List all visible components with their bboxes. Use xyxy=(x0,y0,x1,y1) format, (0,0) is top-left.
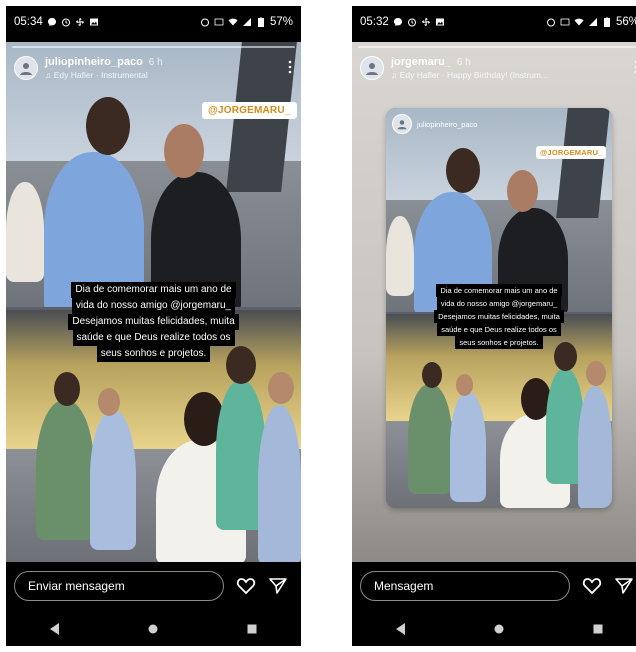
gallery-icon xyxy=(89,17,99,27)
recents-icon[interactable] xyxy=(591,622,605,636)
system-nav-bar xyxy=(352,612,636,646)
reshared-card-header: juliopinheiro_paco xyxy=(392,114,477,134)
alarm-icon xyxy=(61,17,71,27)
home-icon[interactable] xyxy=(492,622,506,636)
story-header: juliopinheiro_paco 6 h ♫ Edy Hafler · Ins… xyxy=(14,54,293,82)
caption-line: seus sonhos e projetos. xyxy=(455,336,543,349)
status-bar: 05:32 56% xyxy=(352,6,636,38)
gallery-icon xyxy=(435,17,445,27)
battery-icon xyxy=(602,17,612,27)
status-time: 05:34 xyxy=(14,16,43,28)
story-view[interactable]: @JORGEMARU_ Dia de comemorar mais um ano… xyxy=(6,42,301,562)
wifi-icon xyxy=(574,17,584,27)
message-input[interactable]: Mensagem xyxy=(360,571,570,601)
reshared-story-card[interactable]: @JORGEMARU_ Dia de comemorar mais um ano… xyxy=(386,108,612,508)
story-username[interactable]: jorgemaru_ xyxy=(391,56,451,68)
back-icon[interactable] xyxy=(394,622,408,636)
back-icon[interactable] xyxy=(48,622,62,636)
alarm-icon xyxy=(546,17,556,27)
volte-icon xyxy=(214,17,224,27)
mention-tag[interactable]: @JORGEMARU_ xyxy=(536,146,607,159)
more-options-icon[interactable] xyxy=(287,60,293,74)
reply-bar: Mensagem xyxy=(352,566,636,606)
story-music-label[interactable]: ♫ Edy Hafler · Instrumental xyxy=(45,69,163,81)
alarm-icon xyxy=(200,17,210,27)
caption-line: Dia de comemorar mais um ano de xyxy=(436,284,562,297)
reply-bar: Enviar mensagem xyxy=(6,566,301,606)
recents-icon[interactable] xyxy=(245,622,259,636)
send-icon[interactable] xyxy=(614,576,634,596)
story-view[interactable]: jorgemaru_ 6 h ♫ Edy Hafler · Happy Birth… xyxy=(352,42,636,562)
phone-screenshot-right: 05:32 56% jorgemaru_ 6 h ♫ Edy Hafler · H… xyxy=(352,6,636,646)
caption-line: saúde e que Deus realize todos os xyxy=(72,330,235,346)
caption-line: vida do nosso amigo @jorgemaru_ xyxy=(71,298,236,314)
story-time: 6 h xyxy=(456,57,471,68)
story-progress-bar xyxy=(358,46,636,48)
heart-icon[interactable] xyxy=(582,576,602,596)
status-time: 05:32 xyxy=(360,16,389,28)
avatar[interactable] xyxy=(360,56,384,80)
signal-icon xyxy=(588,17,598,27)
send-icon[interactable] xyxy=(268,576,288,596)
story-username[interactable]: juliopinheiro_paco xyxy=(45,56,143,68)
story-header: jorgemaru_ 6 h ♫ Edy Hafler · Happy Birth… xyxy=(360,54,636,82)
signal-icon xyxy=(242,17,252,27)
fan-icon xyxy=(421,17,431,27)
story-photo-top xyxy=(386,108,612,312)
caption-line: Desejamos muitas felicidades, muita xyxy=(68,314,239,330)
avatar[interactable] xyxy=(14,56,38,80)
status-bar: 05:34 57% xyxy=(6,6,301,38)
battery-percent: 57% xyxy=(269,16,293,28)
battery-percent: 56% xyxy=(615,16,636,28)
fan-icon xyxy=(75,17,85,27)
avatar[interactable] xyxy=(392,114,412,134)
system-nav-bar xyxy=(6,612,301,646)
home-icon[interactable] xyxy=(146,622,160,636)
volte-icon xyxy=(560,17,570,27)
battery-icon xyxy=(256,17,266,27)
story-time: 6 h xyxy=(148,57,163,68)
reshared-username[interactable]: juliopinheiro_paco xyxy=(417,120,477,129)
story-progress-bar xyxy=(12,46,295,48)
caption-line: seus sonhos e projetos. xyxy=(96,346,211,362)
story-caption: Dia de comemorar mais um ano de vida do … xyxy=(386,284,612,349)
alarm-icon xyxy=(407,17,417,27)
caption-line: Dia de comemorar mais um ano de xyxy=(71,282,236,298)
story-music-label[interactable]: ♫ Edy Hafler · Happy Birthday! (Instrum.… xyxy=(391,69,548,81)
heart-icon[interactable] xyxy=(236,576,256,596)
messenger-icon xyxy=(47,17,57,27)
caption-line: Desejamos muitas felicidades, muita xyxy=(434,310,564,323)
wifi-icon xyxy=(228,17,238,27)
story-caption: Dia de comemorar mais um ano de vida do … xyxy=(6,282,301,362)
caption-line: saúde e que Deus realize todos os xyxy=(437,323,561,336)
message-input[interactable]: Enviar mensagem xyxy=(14,571,224,601)
messenger-icon xyxy=(393,17,403,27)
caption-line: vida do nosso amigo @jorgemaru_ xyxy=(436,297,562,310)
mention-tag[interactable]: @JORGEMARU_ xyxy=(202,102,297,119)
phone-screenshot-left: 05:34 57% @JORGEMARU_ Dia de comemorar m… xyxy=(6,6,301,646)
